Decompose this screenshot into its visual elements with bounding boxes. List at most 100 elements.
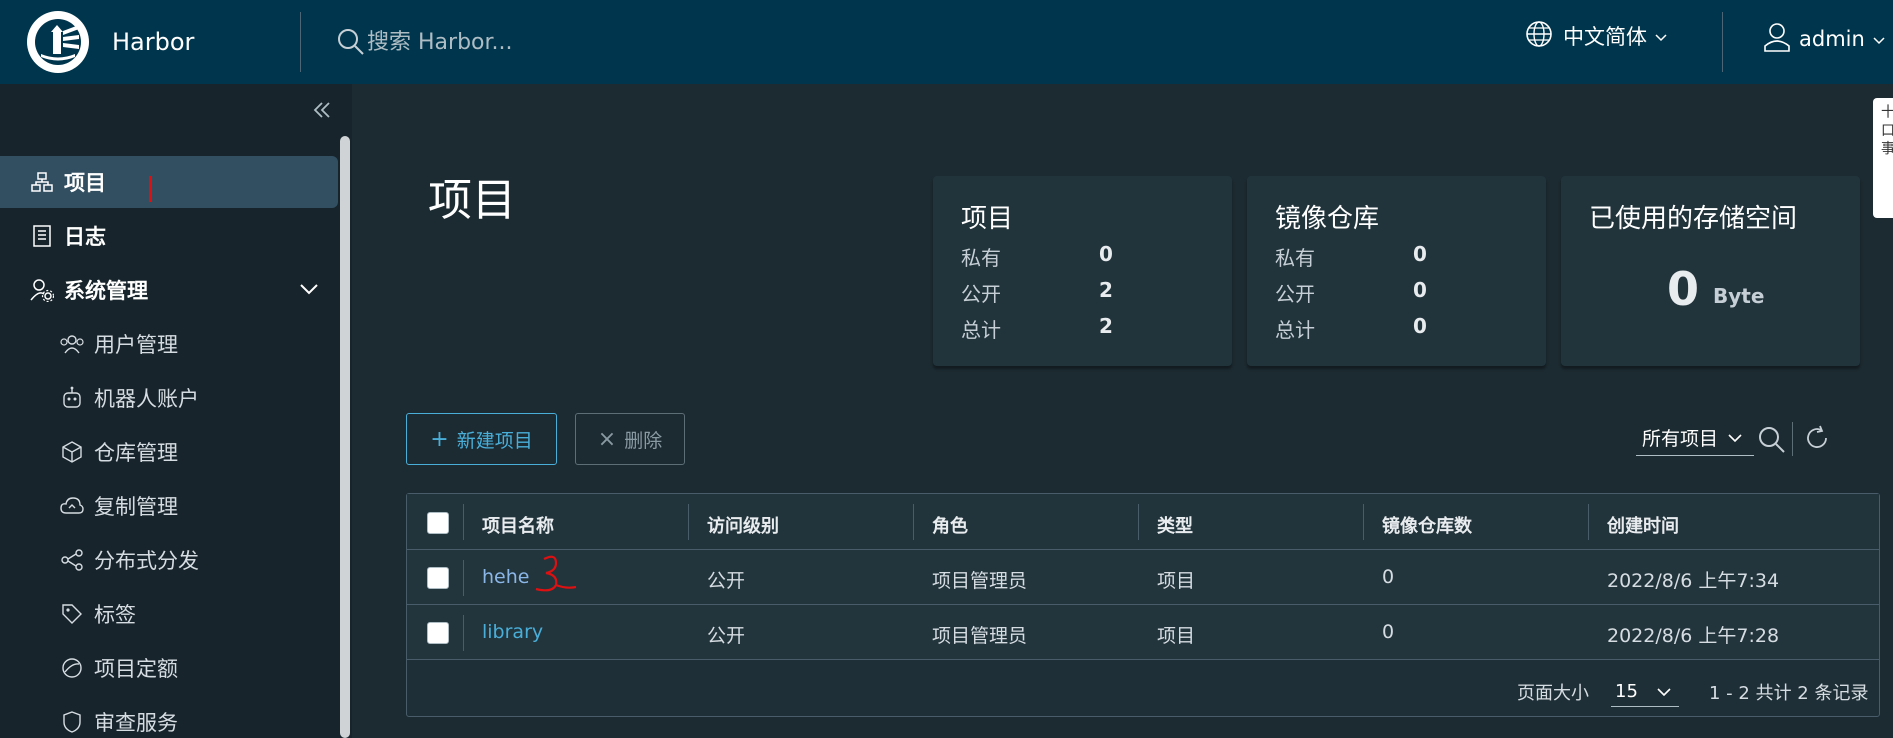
users-icon (60, 332, 84, 356)
user-icon (1763, 22, 1791, 56)
header-divider (1722, 12, 1723, 72)
globe-icon (1525, 20, 1553, 52)
quota-icon (60, 656, 84, 680)
sidebar-item-label: 标签 (94, 603, 136, 627)
annotation-mark-2 (535, 555, 577, 592)
collapse-sidebar-icon[interactable] (312, 100, 332, 124)
project-name-link[interactable]: library (482, 621, 543, 643)
row-checkbox[interactable] (427, 622, 449, 644)
storage-summary-card: 已使用的存储空间 0 Byte (1561, 176, 1860, 366)
sidebar-item-users[interactable]: 用户管理 (0, 318, 338, 370)
column-divider (1138, 504, 1139, 540)
column-divider (1363, 504, 1364, 540)
harbor-logo-icon (27, 11, 89, 73)
sidebar-item-system-admin[interactable]: 系统管理 (0, 264, 338, 316)
column-header-name[interactable]: 项目名称 (482, 512, 554, 538)
column-divider (463, 504, 464, 540)
role: 项目管理员 (932, 625, 1028, 647)
select-all-checkbox[interactable] (427, 512, 449, 534)
global-search[interactable] (337, 28, 1237, 56)
chevron-down-icon[interactable] (300, 280, 318, 299)
search-input[interactable] (367, 29, 967, 55)
user-menu[interactable]: admin (1763, 22, 1885, 56)
column-divider (1588, 504, 1589, 540)
pagination-info: 1 - 2 共计 2 条记录 (1709, 683, 1869, 704)
role: 项目管理员 (932, 570, 1028, 592)
projects-summary-card: 项目 私有 0 公开 2 总计 2 (933, 176, 1232, 366)
chevron-down-icon (1655, 27, 1667, 46)
projects-table: 项目名称 访问级别 角色 类型 镜像仓库数 创建时间 hehe 公开 项目管理员… (406, 493, 1880, 717)
storage-unit: Byte (1713, 284, 1765, 308)
type: 项目 (1157, 570, 1196, 592)
column-divider (913, 504, 914, 540)
column-header-access[interactable]: 访问级别 (707, 512, 779, 538)
brand[interactable]: Harbor (0, 0, 300, 84)
access-level: 公开 (707, 625, 746, 647)
column-divider (688, 504, 689, 540)
sidebar-item-label: 项目定额 (94, 657, 178, 681)
table-row[interactable]: library 公开 项目管理员 项目 0 2022/8/6 上午7:28 (407, 605, 1879, 660)
sidebar-item-label: 用户管理 (94, 333, 178, 357)
sidebar: 项目 日志 系统管理 用户管理 机器人账户 仓库管理 复制管理 分布式分发 标签… (0, 84, 352, 738)
sidebar-item-label: 复制管理 (94, 495, 178, 519)
card-row: 总计 0 (1275, 314, 1427, 342)
header-divider (300, 12, 301, 72)
side-feedback-tab[interactable]: 十 口 事 (1873, 98, 1893, 218)
card-title: 已使用的存储空间 (1589, 204, 1798, 234)
page-size-value: 15 (1615, 681, 1638, 702)
project-name-link[interactable]: hehe (482, 566, 529, 588)
page-title: 项目 (428, 175, 516, 226)
card-row: 总计 2 (961, 314, 1113, 342)
page-size-select[interactable]: 15 (1611, 675, 1679, 707)
sidebar-item-label: 机器人账户 (94, 387, 199, 411)
created-time: 2022/8/6 上午7:28 (1607, 625, 1780, 647)
search-icon (337, 28, 365, 56)
annotation-mark-1 (149, 176, 152, 202)
column-header-type[interactable]: 类型 (1157, 512, 1193, 538)
delete-button[interactable]: × 删除 (575, 413, 685, 465)
sidebar-item-label: 仓库管理 (94, 441, 178, 465)
access-level: 公开 (707, 570, 746, 592)
sidebar-item-label: 项目 (64, 171, 106, 195)
refresh-icon[interactable] (1804, 425, 1830, 455)
table-footer: 页面大小 15 1 - 2 共计 2 条记录 (407, 661, 1879, 717)
cube-icon (60, 440, 84, 464)
sidebar-item-label: 分布式分发 (94, 549, 199, 573)
language-selector[interactable]: 中文简体 (1525, 20, 1667, 52)
project-filter-select[interactable]: 所有项目 (1636, 424, 1754, 456)
card-title: 项目 (961, 204, 1014, 234)
sidebar-item-registries[interactable]: 仓库管理 (0, 426, 338, 478)
chevron-down-icon (1728, 428, 1742, 447)
sidebar-item-project-quotas[interactable]: 项目定额 (0, 642, 338, 694)
storage-value: 0 (1667, 262, 1700, 316)
sidebar-item-replications[interactable]: 复制管理 (0, 480, 338, 532)
column-divider (463, 560, 464, 596)
sidebar-item-projects[interactable]: 项目 (0, 156, 338, 208)
repo-count: 0 (1382, 566, 1395, 588)
tag-icon (60, 602, 84, 626)
close-icon: × (597, 426, 617, 452)
row-checkbox[interactable] (427, 567, 449, 589)
sidebar-scrollbar[interactable] (340, 136, 350, 738)
column-header-repo-count[interactable]: 镜像仓库数 (1382, 512, 1472, 538)
sidebar-item-logs[interactable]: 日志 (0, 210, 338, 262)
type: 项目 (1157, 625, 1196, 647)
chevron-down-icon (1657, 682, 1671, 701)
filter-selected: 所有项目 (1642, 428, 1719, 450)
shield-icon (60, 710, 84, 734)
sidebar-item-distributions[interactable]: 分布式分发 (0, 534, 338, 586)
sidebar-item-interrogation-services[interactable]: 审查服务 (0, 696, 338, 738)
robot-icon (60, 386, 84, 410)
top-header: Harbor 中文简体 admin (0, 0, 1893, 84)
admin-icon (30, 278, 54, 302)
new-project-button[interactable]: + 新建项目 (406, 413, 557, 465)
search-icon[interactable] (1758, 426, 1786, 458)
column-header-role[interactable]: 角色 (932, 512, 968, 538)
sidebar-item-labels[interactable]: 标签 (0, 588, 338, 640)
username: admin (1799, 27, 1865, 51)
sidebar-item-robot-accounts[interactable]: 机器人账户 (0, 372, 338, 424)
app-title: Harbor (112, 28, 195, 56)
card-title: 镜像仓库 (1275, 204, 1380, 234)
column-header-created[interactable]: 创建时间 (1607, 512, 1679, 538)
table-row[interactable]: hehe 公开 项目管理员 项目 0 2022/8/6 上午7:34 (407, 550, 1879, 605)
